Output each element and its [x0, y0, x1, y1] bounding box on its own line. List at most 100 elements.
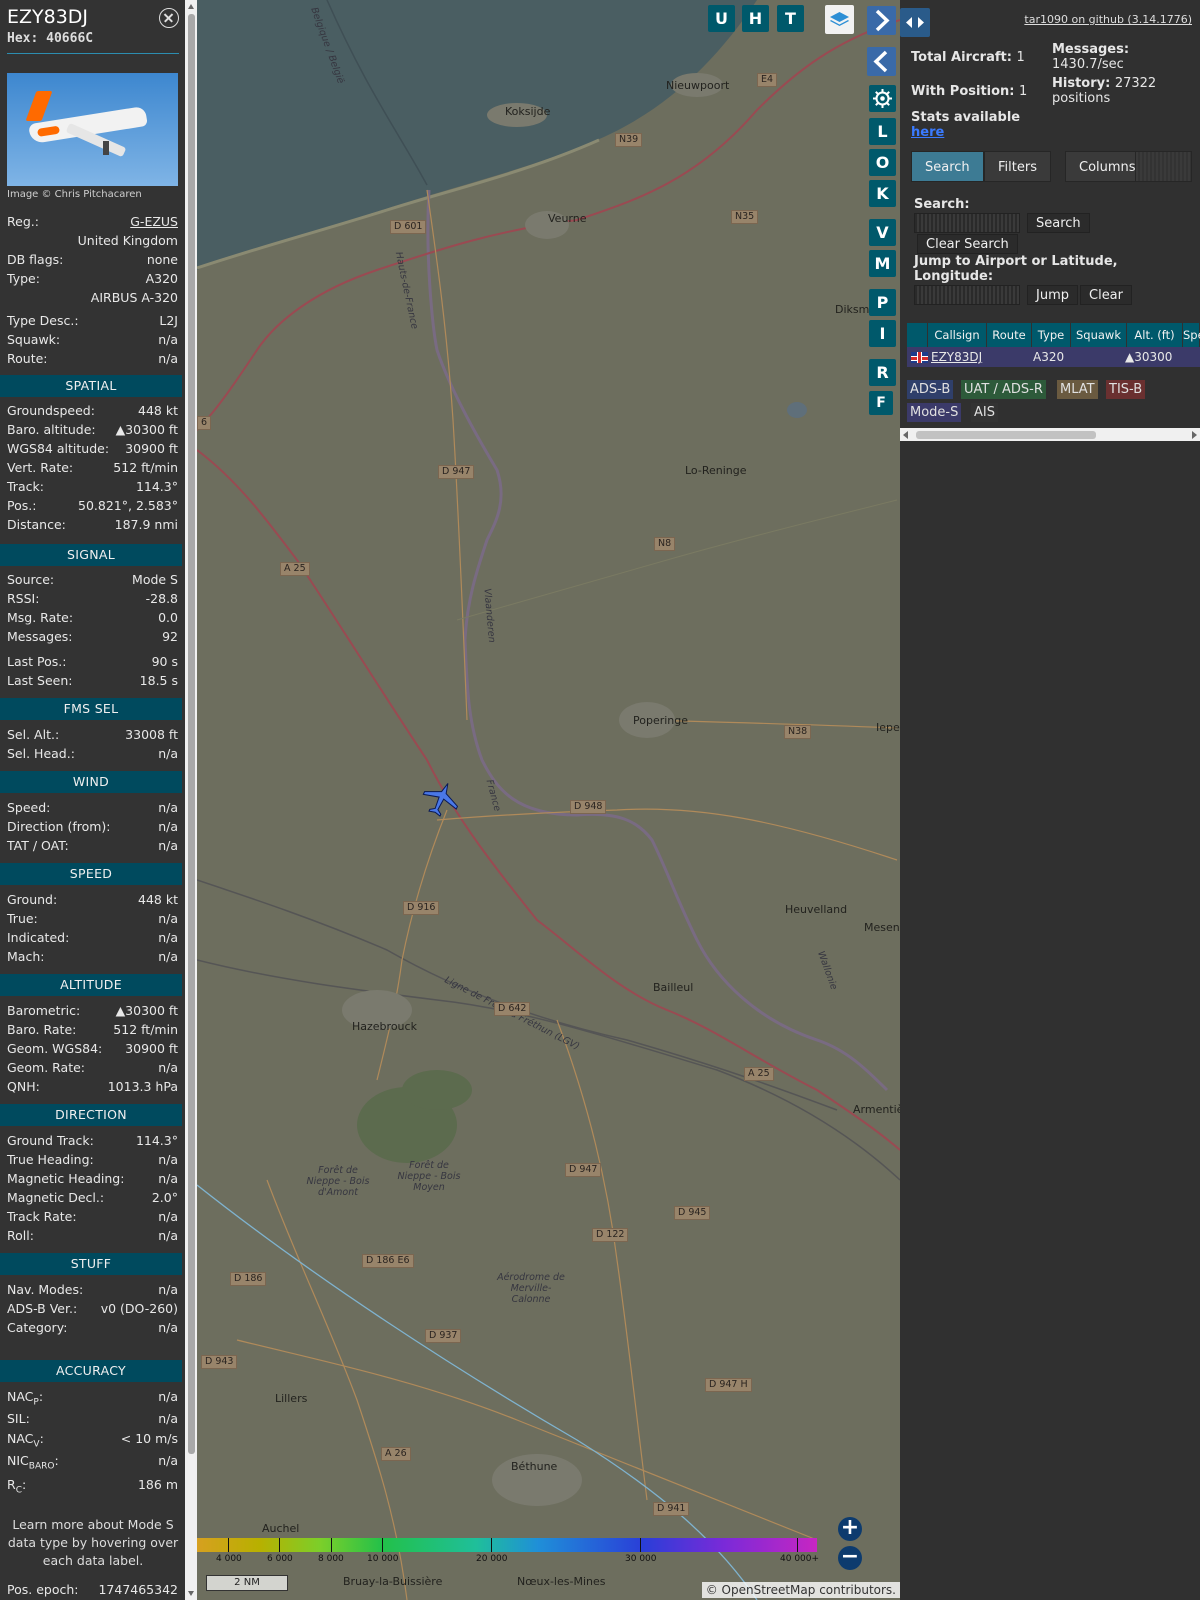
layers-icon[interactable]	[825, 5, 854, 34]
clear-button[interactable]: Clear	[1080, 285, 1132, 305]
column-header-callsign[interactable]: Callsign	[928, 323, 987, 347]
toggle-panel-icon[interactable]	[900, 8, 930, 37]
map-button-r[interactable]: R	[869, 359, 896, 386]
detail-row[interactable]: Speed: n/a	[7, 799, 178, 817]
detail-row-nacp[interactable]: NACP: n/a	[7, 1388, 178, 1408]
sidebar-scrollbar[interactable]	[185, 0, 197, 1600]
detail-row[interactable]: Groundspeed: 448 kt	[7, 402, 178, 420]
map-button-p[interactable]: P	[869, 289, 896, 316]
detail-row[interactable]: Magnetic Decl.: 2.0°	[7, 1189, 178, 1207]
scrollbar-thumb[interactable]	[188, 14, 195, 1454]
info-row-route: Route: n/a	[7, 351, 178, 366]
detail-row-pos-epoch[interactable]: Pos. epoch: 1747465342	[7, 1581, 178, 1599]
detail-row[interactable]: Barometric: ▲30300 ft	[7, 1002, 178, 1020]
detail-row[interactable]: Vert. Rate: 512 ft/min	[7, 459, 178, 477]
detail-row[interactable]: Indicated: n/a	[7, 929, 178, 947]
detail-row[interactable]: Geom. WGS84: 30900 ft	[7, 1040, 178, 1058]
collapse-left-icon[interactable]	[867, 47, 896, 76]
detail-row[interactable]: Roll: n/a	[7, 1227, 178, 1245]
map-button-f[interactable]: F	[869, 391, 893, 415]
scroll-up-icon[interactable]	[188, 4, 194, 9]
openstreetmap-link[interactable]: OpenStreetMap	[722, 1583, 816, 1597]
jump-input[interactable]	[914, 285, 1020, 305]
map-button-v[interactable]: V	[869, 219, 896, 246]
search-input[interactable]	[914, 213, 1020, 233]
detail-row[interactable]: Geom. Rate: n/a	[7, 1059, 178, 1077]
aircraft-photo[interactable]	[7, 73, 178, 186]
detail-row[interactable]: ADS-B Ver.: v0 (DO-260)	[7, 1300, 178, 1318]
detail-row[interactable]: Distance: 187.9 nmi	[7, 516, 178, 534]
map-view[interactable]: Nieuwpoort Koksijde Veurne Diksm Lo-Reni…	[197, 0, 900, 1600]
aircraft-detail-sidebar: EZY83DJ Hex: 40666C Image © Chris Pitcha…	[0, 0, 185, 1600]
scroll-right-icon[interactable]	[1192, 431, 1197, 439]
detail-row[interactable]: WGS84 altitude: 30900 ft	[7, 440, 178, 458]
detail-row[interactable]: Sel. Head.: n/a	[7, 745, 178, 763]
stats-link[interactable]: here	[911, 125, 944, 140]
jump-button[interactable]: Jump	[1027, 285, 1078, 305]
total-aircraft: Total Aircraft: 1	[911, 50, 1025, 65]
detail-row[interactable]: Nav. Modes: n/a	[7, 1281, 178, 1299]
scrollbar-thumb[interactable]	[916, 431, 1096, 439]
settings-gear-icon[interactable]	[869, 85, 896, 112]
zoom-in-button[interactable]: +	[838, 1517, 862, 1541]
tab-filters[interactable]: Filters	[984, 151, 1051, 182]
map-button-o[interactable]: O	[869, 149, 896, 176]
map-place: Béthune	[511, 1460, 558, 1473]
detail-row[interactable]: RSSI: -28.8	[7, 590, 178, 608]
scroll-left-icon[interactable]	[903, 431, 908, 439]
column-header-speed[interactable]: Spe	[1183, 323, 1200, 347]
map-button-l[interactable]: L	[869, 118, 896, 145]
detail-row[interactable]: Category: n/a	[7, 1319, 178, 1337]
column-header-altitude[interactable]: Alt. (ft)	[1127, 323, 1183, 347]
map-button-m[interactable]: M	[869, 250, 896, 277]
detail-row-sil[interactable]: SIL: n/a	[7, 1410, 178, 1428]
detail-row-rc[interactable]: RC: 186 m	[7, 1476, 178, 1496]
map-button-t[interactable]: T	[777, 5, 804, 32]
detail-row[interactable]: QNH: 1013.3 hPa	[7, 1078, 178, 1096]
table-row[interactable]: EZY83DJ A320 ▲30300	[907, 347, 1200, 367]
detail-row[interactable]: Sel. Alt.: 33008 ft	[7, 726, 178, 744]
detail-row[interactable]: Source: Mode S	[7, 571, 178, 589]
zoom-out-button[interactable]: −	[838, 1546, 862, 1570]
search-button[interactable]: Search	[1027, 213, 1090, 233]
detail-row[interactable]: Last Seen: 18.5 s	[7, 672, 178, 690]
detail-row[interactable]: Ground Track: 114.3°	[7, 1132, 178, 1150]
detail-row-nacv[interactable]: NACV: < 10 m/s	[7, 1430, 178, 1450]
detail-row[interactable]: Magnetic Heading: n/a	[7, 1170, 178, 1188]
table-horizontal-scrollbar[interactable]	[900, 428, 1200, 441]
scroll-down-icon[interactable]	[188, 1591, 194, 1596]
detail-row[interactable]: Direction (from): n/a	[7, 818, 178, 836]
column-header-type[interactable]: Type	[1032, 323, 1071, 347]
history-stat: History: 27322 positions	[1052, 76, 1157, 106]
detail-row[interactable]: Pos.: 50.821°, 2.583°	[7, 497, 178, 515]
github-link[interactable]: tar1090 on github (3.14.1776)	[1024, 13, 1192, 26]
map-button-i[interactable]: I	[869, 320, 896, 347]
column-header-squawk[interactable]: Squawk	[1071, 323, 1127, 347]
map-button-h[interactable]: H	[742, 5, 769, 32]
column-header-route[interactable]: Route	[987, 323, 1032, 347]
detail-row[interactable]: Msg. Rate: 0.0	[7, 609, 178, 627]
tab-search[interactable]: Search	[911, 151, 984, 182]
close-icon[interactable]	[159, 8, 179, 28]
detail-row[interactable]: TAT / OAT: n/a	[7, 837, 178, 855]
detail-row[interactable]: True: n/a	[7, 910, 178, 928]
detail-row[interactable]: Track: 114.3°	[7, 478, 178, 496]
road-label: D 122	[592, 1228, 629, 1242]
detail-row[interactable]: Messages: 92	[7, 628, 178, 646]
clear-search-button[interactable]: Clear Search	[917, 234, 1018, 254]
detail-row[interactable]: Track Rate: n/a	[7, 1208, 178, 1226]
aircraft-marker-icon[interactable]	[420, 780, 462, 818]
row-callsign[interactable]: EZY83DJ	[931, 347, 982, 367]
expand-right-icon[interactable]	[867, 6, 896, 35]
detail-row-nic[interactable]: NICBARO: n/a	[7, 1452, 178, 1472]
detail-row[interactable]: Ground: 448 kt	[7, 891, 178, 909]
detail-row[interactable]: Last Pos.: 90 s	[7, 653, 178, 671]
detail-row[interactable]: Baro. Rate: 512 ft/min	[7, 1021, 178, 1039]
detail-row[interactable]: Mach: n/a	[7, 948, 178, 966]
detail-row[interactable]: True Heading: n/a	[7, 1151, 178, 1169]
registration-link[interactable]: G-EZUS	[130, 213, 178, 231]
detail-row[interactable]: Baro. altitude: ▲30300 ft	[7, 421, 178, 439]
map-button-u[interactable]: U	[708, 5, 735, 32]
map-button-k[interactable]: K	[869, 180, 896, 207]
column-header-flag[interactable]	[907, 323, 928, 347]
